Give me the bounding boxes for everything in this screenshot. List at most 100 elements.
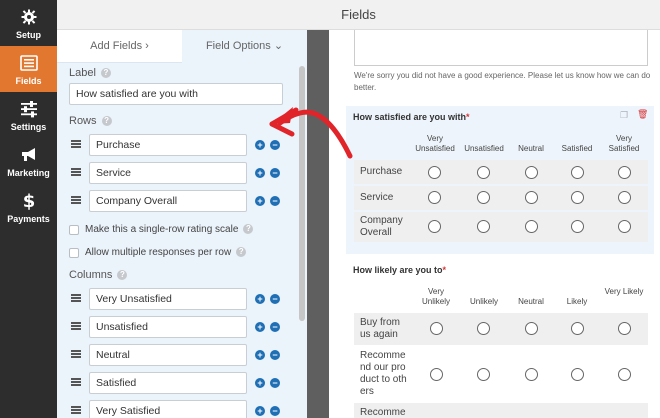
radio-button[interactable] (618, 191, 631, 204)
delete-icon[interactable]: 🗑 (637, 109, 648, 120)
single-row-checkbox[interactable] (69, 225, 79, 235)
add-column-icon[interactable]: + (255, 322, 265, 332)
column-input-unsatisfied[interactable]: Unsatisfied (89, 316, 247, 338)
sorry-description: We're sorry you did not have a good expe… (354, 71, 651, 92)
radio-button[interactable] (571, 166, 584, 179)
radio-button[interactable] (571, 322, 584, 335)
sidebar-item-label: Payments (7, 214, 50, 224)
radio-button[interactable] (428, 166, 441, 179)
remove-column-icon[interactable]: − (270, 350, 280, 360)
radio-button[interactable] (571, 220, 584, 233)
drag-handle-icon[interactable] (71, 322, 81, 330)
radio-button[interactable] (618, 166, 631, 179)
sidebar-item-label: Fields (15, 76, 42, 86)
radio-button[interactable] (477, 322, 490, 335)
remove-row-icon[interactable]: − (270, 196, 280, 206)
field-options-panel: Add Fields › Field Options ⌄ Label? How … (57, 30, 307, 418)
field1-row-label: Purchase (360, 166, 403, 177)
add-column-icon[interactable]: + (255, 406, 265, 416)
radio-button[interactable] (525, 220, 538, 233)
help-icon[interactable]: ? (117, 270, 128, 280)
list-icon (19, 55, 38, 71)
table-row (354, 186, 648, 210)
radio-button[interactable] (430, 322, 443, 335)
sidebar-item-marketing[interactable]: Marketing (0, 138, 57, 184)
row-input-purchase[interactable]: Purchase (89, 134, 247, 156)
radio-button[interactable] (430, 368, 443, 381)
drag-handle-icon[interactable] (71, 168, 81, 176)
drag-handle-icon[interactable] (71, 350, 81, 358)
left-sidebar: Setup Fields Settings Marketing $ Paymen… (0, 0, 57, 418)
sidebar-item-setup[interactable]: Setup (0, 0, 57, 46)
radio-button[interactable] (428, 220, 441, 233)
remove-row-icon[interactable]: − (270, 168, 280, 178)
help-icon[interactable]: ? (243, 224, 254, 234)
radio-button[interactable] (477, 191, 490, 204)
add-column-icon[interactable]: + (255, 378, 265, 388)
field1-row-label: Service (360, 192, 394, 203)
remove-column-icon[interactable]: − (270, 294, 280, 304)
radio-button[interactable] (618, 322, 631, 335)
drag-handle-icon[interactable] (71, 196, 81, 204)
rows-heading: Rows? (69, 115, 112, 127)
tab-add-fields[interactable]: Add Fields › (57, 30, 182, 63)
help-icon[interactable]: ? (100, 68, 111, 78)
radio-button[interactable] (477, 220, 490, 233)
field1-title: How satisfied are you with* (353, 112, 470, 122)
sidebar-item-label: Setup (15, 30, 41, 40)
remove-column-icon[interactable]: − (270, 378, 280, 388)
field2-column-header: Likely (566, 297, 588, 306)
radio-button[interactable] (477, 166, 490, 179)
sidebar-item-fields[interactable]: Fields (0, 46, 57, 92)
column-input-very-satisfied[interactable]: Very Satisfied (89, 400, 247, 418)
column-input-satisfied[interactable]: Satisfied (89, 372, 247, 394)
page-header: Fields (57, 0, 660, 30)
sidebar-item-label: Marketing (7, 168, 50, 178)
multiple-responses-checkbox[interactable] (69, 248, 79, 258)
label-heading: Label? (69, 67, 111, 79)
row-input-company-overall[interactable]: Company Overall (89, 190, 247, 212)
remove-column-icon[interactable]: − (270, 322, 280, 332)
sidebar-item-settings[interactable]: Settings (0, 92, 57, 138)
radio-button[interactable] (525, 322, 538, 335)
row-input-service[interactable]: Service (89, 162, 247, 184)
feedback-textarea[interactable] (354, 30, 648, 66)
radio-button[interactable] (618, 220, 631, 233)
sidebar-item-payments[interactable]: $ Payments (0, 184, 57, 230)
drag-handle-icon[interactable] (71, 294, 81, 302)
help-icon[interactable]: ? (101, 116, 112, 126)
sliders-icon (20, 101, 37, 118)
add-row-icon[interactable]: + (255, 196, 265, 206)
remove-column-icon[interactable]: − (270, 406, 280, 416)
sidebar-item-label: Settings (10, 122, 47, 132)
radio-button[interactable] (525, 368, 538, 381)
add-column-icon[interactable]: + (255, 294, 265, 304)
radio-button[interactable] (525, 191, 538, 204)
radio-button[interactable] (477, 368, 490, 381)
field1-column-header: Neutral (518, 144, 544, 153)
radio-button[interactable] (428, 191, 441, 204)
radio-button[interactable] (571, 191, 584, 204)
radio-button[interactable] (618, 368, 631, 381)
drag-handle-icon[interactable] (71, 140, 81, 148)
drag-handle-icon[interactable] (71, 406, 81, 414)
duplicate-icon[interactable]: ❐ (620, 110, 628, 121)
single-row-label: Make this a single-row rating scale? (85, 224, 254, 235)
radio-button[interactable] (525, 166, 538, 179)
field1-column-header: Unsatisfied (464, 144, 504, 153)
drag-handle-icon[interactable] (71, 378, 81, 386)
add-column-icon[interactable]: + (255, 350, 265, 360)
columns-heading: Columns? (69, 269, 128, 281)
gear-icon (21, 9, 36, 25)
column-input-very-unsatisfied[interactable]: Very Unsatisfied (89, 288, 247, 310)
label-input[interactable]: How satisfied are you with (69, 83, 283, 105)
column-input-neutral[interactable]: Neutral (89, 344, 247, 366)
remove-row-icon[interactable]: − (270, 140, 280, 150)
scrollbar-thumb[interactable] (299, 66, 305, 321)
page-title: Fields (341, 7, 376, 22)
add-row-icon[interactable]: + (255, 140, 265, 150)
tab-field-options[interactable]: Field Options ⌄ (182, 30, 307, 63)
help-icon[interactable]: ? (236, 247, 247, 257)
radio-button[interactable] (571, 368, 584, 381)
add-row-icon[interactable]: + (255, 168, 265, 178)
